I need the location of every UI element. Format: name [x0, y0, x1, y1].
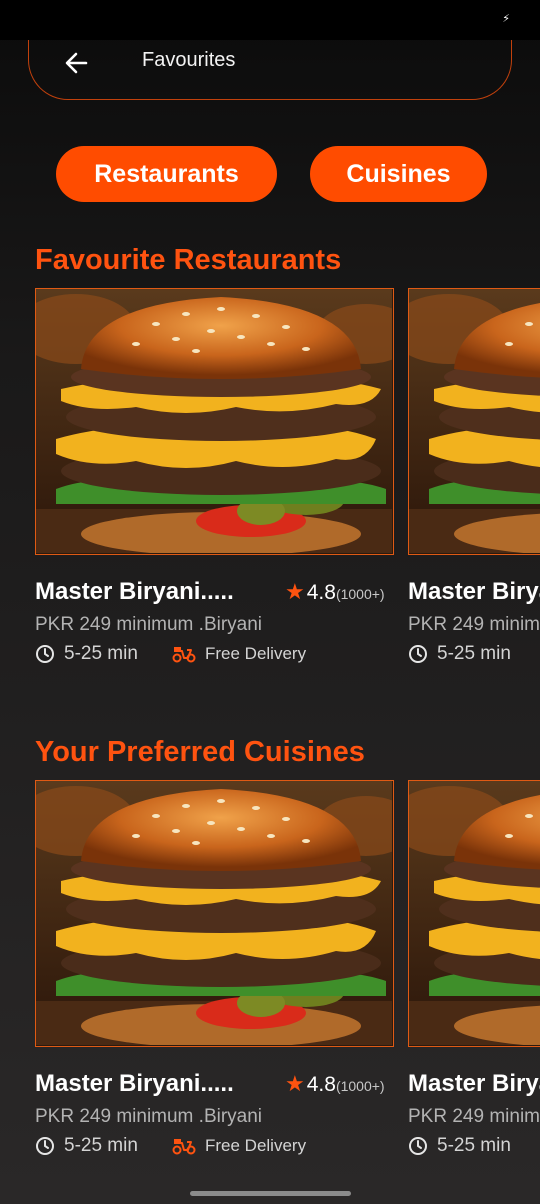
- cuisine-carousel[interactable]: Master Biryani..... ★ 4.8 (1000+) PKR 24…: [0, 780, 540, 1160]
- delivery-time-label: 5-25 min: [64, 643, 138, 664]
- clock-icon: [36, 645, 54, 663]
- delivery-time: 5-25 min: [35, 643, 138, 665]
- clock-icon: [409, 645, 427, 663]
- restaurant-name: Master Biryani.....: [35, 578, 234, 605]
- rating-value: 4.8: [306, 581, 336, 604]
- battery-charging-icon: ⚡: [502, 13, 510, 25]
- scooter-icon: [172, 1139, 196, 1155]
- rating-count: (1000+): [335, 1078, 385, 1094]
- cuisine-card[interactable]: Master Biryani..... PKR 249 minimum .Bir…: [408, 780, 540, 1156]
- restaurant-name: Master Biryani.....: [408, 578, 540, 605]
- delivery-time: 5-25 min: [408, 643, 511, 665]
- restaurant-meta: PKR 249 minimum .Biryani: [35, 1106, 263, 1127]
- page-title: Favourites: [142, 49, 236, 71]
- delivery-label: Free Delivery: [205, 1136, 307, 1155]
- delivery-time-label: 5-25 min: [64, 1135, 138, 1156]
- status-bar: ⚡: [0, 0, 540, 40]
- app-header: Favourites: [28, 40, 512, 100]
- rating-value: 4.8: [306, 1073, 336, 1096]
- cuisines-filter-button[interactable]: Cuisines: [310, 146, 487, 202]
- delivery-label: Free Delivery: [205, 644, 307, 663]
- food-image: [35, 288, 394, 555]
- cuisine-card[interactable]: Master Biryani..... ★ 4.8 (1000+) PKR 24…: [35, 780, 395, 1156]
- delivery-time: 5-25 min: [408, 1135, 511, 1157]
- arrow-left-icon[interactable]: [61, 48, 91, 78]
- star-icon: ★: [285, 579, 305, 604]
- restaurant-name: Master Biryani.....: [35, 1070, 234, 1097]
- rating: ★ 4.8 (1000+): [285, 579, 385, 605]
- rating-count: (1000+): [335, 586, 385, 602]
- restaurant-meta: PKR 249 minimum .Biryani: [408, 614, 540, 635]
- restaurant-meta: PKR 249 minimum .Biryani: [35, 614, 263, 635]
- delivery-info: Free Delivery: [172, 1136, 306, 1156]
- section-title-favourite-restaurants: Favourite Restaurants: [35, 244, 342, 276]
- restaurant-meta: PKR 249 minimum .Biryani: [408, 1106, 540, 1127]
- star-icon: ★: [285, 1071, 305, 1096]
- rating: ★ 4.8 (1000+): [285, 1071, 385, 1097]
- delivery-info: Free Delivery: [172, 644, 306, 664]
- food-image: [35, 780, 394, 1047]
- clock-icon: [36, 1137, 54, 1155]
- food-image: [408, 780, 540, 1047]
- home-indicator[interactable]: [190, 1191, 351, 1196]
- food-image: [408, 288, 540, 555]
- restaurant-name: Master Biryani.....: [408, 1070, 540, 1097]
- delivery-time: 5-25 min: [35, 1135, 138, 1157]
- restaurant-card[interactable]: Master Biryani..... ★ 4.8 (1000+) PKR 24…: [35, 288, 395, 664]
- section-title-preferred-cuisines: Your Preferred Cuisines: [35, 736, 365, 768]
- delivery-time-label: 5-25 min: [437, 1135, 511, 1156]
- restaurant-card[interactable]: Master Biryani..... PKR 249 minimum .Bir…: [408, 288, 540, 664]
- clock-icon: [409, 1137, 427, 1155]
- scooter-icon: [172, 647, 196, 663]
- restaurants-filter-button[interactable]: Restaurants: [56, 146, 277, 202]
- restaurant-carousel[interactable]: Master Biryani..... ★ 4.8 (1000+) PKR 24…: [0, 288, 540, 668]
- delivery-time-label: 5-25 min: [437, 643, 511, 664]
